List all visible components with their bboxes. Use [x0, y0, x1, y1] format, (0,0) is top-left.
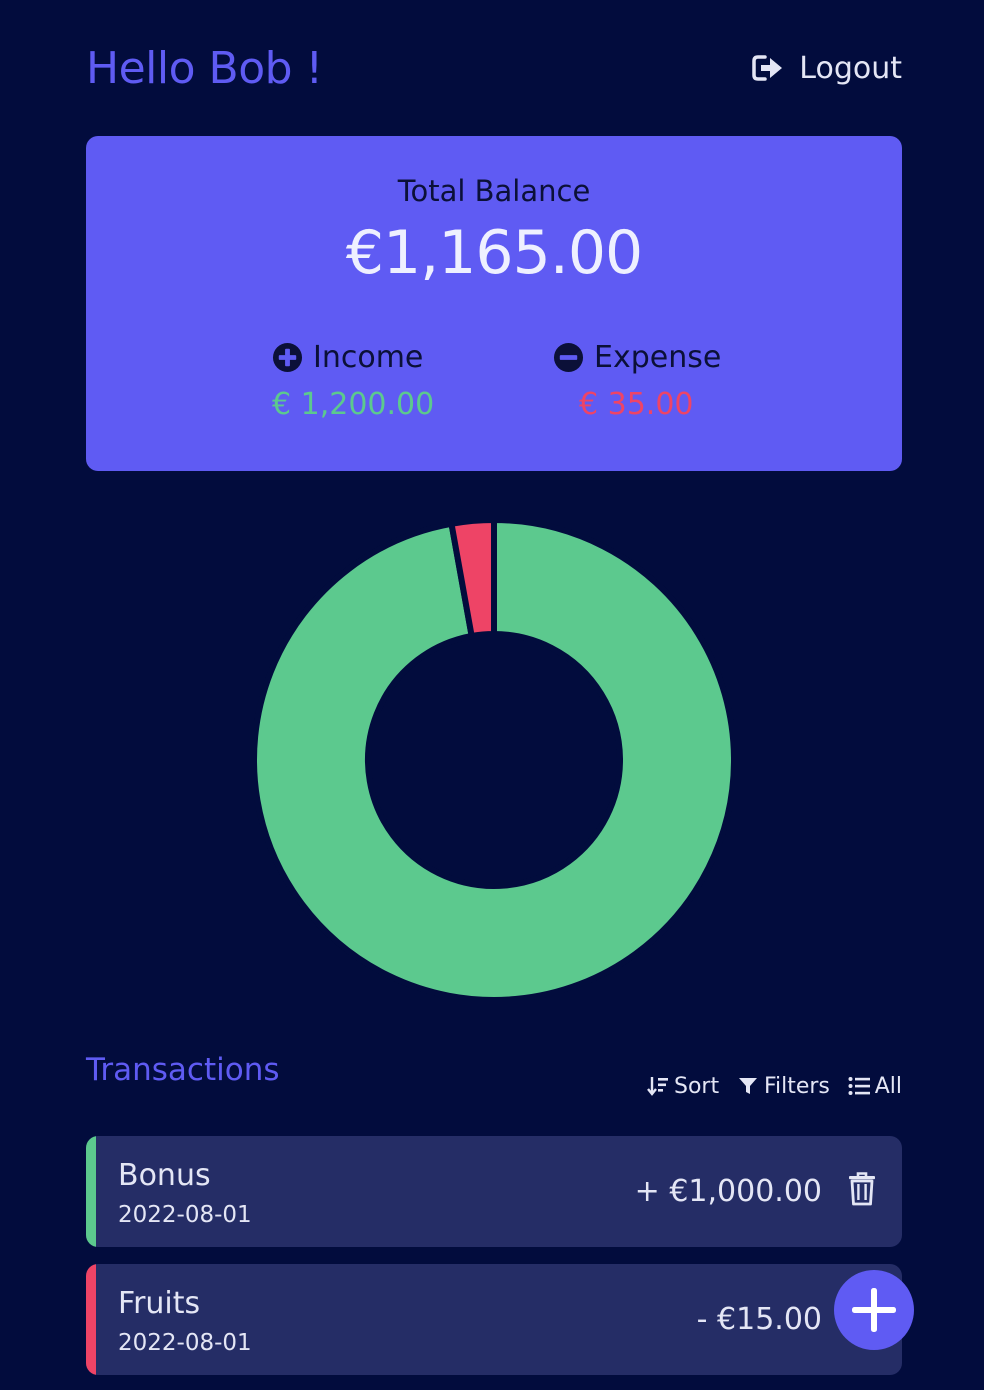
sort-icon [646, 1074, 670, 1098]
sort-label: Sort [674, 1073, 720, 1099]
plus-icon [850, 1286, 898, 1334]
expense-value: € 35.00 [579, 387, 694, 422]
greeting: Hello Bob ! [86, 42, 323, 94]
logout-label: Logout [799, 50, 902, 86]
transaction-amount: + €1,000.00 [634, 1174, 822, 1209]
delete-button[interactable] [848, 1172, 876, 1206]
income-value: € 1,200.00 [272, 387, 435, 422]
expense-indicator [86, 1264, 96, 1375]
list-icon [847, 1074, 871, 1098]
header: Hello Bob ! Logout [86, 38, 902, 98]
income-indicator [86, 1136, 96, 1247]
logout-icon [751, 53, 785, 83]
minus-circle-icon [553, 342, 584, 373]
filters-label: Filters [763, 1073, 830, 1099]
transaction-item[interactable]: Fruits 2022-08-01 - €15.00 [86, 1264, 902, 1375]
all-label: All [874, 1073, 902, 1099]
total-balance-label: Total Balance [397, 174, 591, 208]
balance-card: Total Balance €1,165.00 Income € 1,200.0… [86, 136, 902, 471]
filters-button[interactable]: Filters [736, 1074, 830, 1099]
logout-button[interactable]: Logout [751, 51, 902, 86]
donut-svg [251, 516, 737, 1003]
sort-button[interactable]: Sort [646, 1074, 719, 1099]
transaction-date: 2022-08-01 [118, 1330, 252, 1356]
income-label: Income [313, 340, 424, 375]
transaction-date: 2022-08-01 [118, 1202, 252, 1228]
transaction-name: Bonus [118, 1158, 211, 1193]
wallet-page: Hello Bob ! Logout Total Balance €1,165.… [0, 0, 984, 1390]
transactions-title: Transactions [86, 1052, 280, 1088]
income-summary: Income € 1,200.00 [272, 340, 472, 422]
transaction-amount: - €15.00 [696, 1302, 822, 1337]
expense-label: Expense [594, 340, 722, 375]
trash-icon [848, 1172, 876, 1206]
all-button[interactable]: All [847, 1074, 902, 1099]
plus-circle-icon [272, 342, 303, 373]
filter-icon [736, 1074, 760, 1098]
balance-donut-chart [251, 516, 737, 1003]
expense-summary: Expense € 35.00 [553, 340, 753, 422]
add-transaction-button[interactable] [834, 1270, 914, 1350]
transaction-item[interactable]: Bonus 2022-08-01 + €1,000.00 [86, 1136, 902, 1247]
total-balance-amount: €1,165.00 [345, 218, 643, 288]
transaction-name: Fruits [118, 1286, 201, 1321]
transaction-tools: Sort Filters All [646, 1070, 902, 1102]
